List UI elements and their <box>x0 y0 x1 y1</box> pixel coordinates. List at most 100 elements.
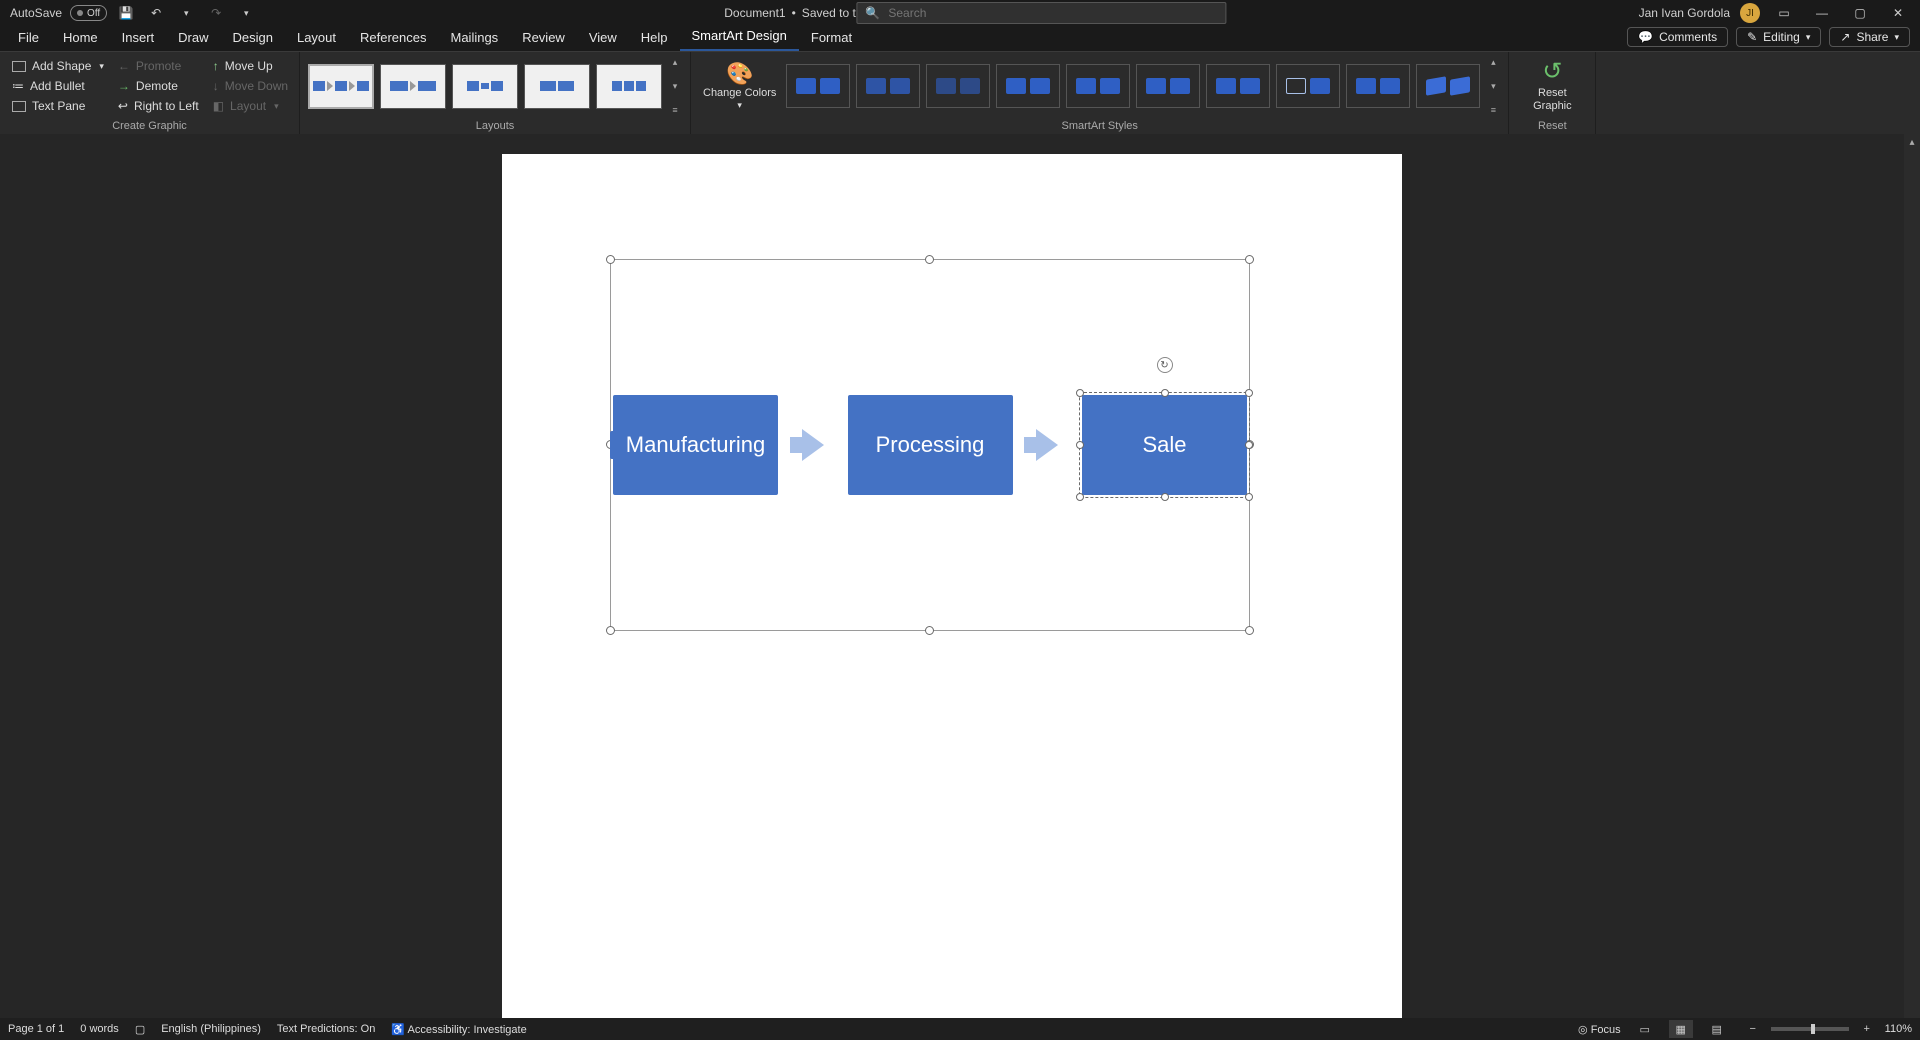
layout-option-3[interactable] <box>452 64 518 109</box>
page[interactable]: ◂ Manufacturing Processing Sale ↻ <box>502 154 1402 1018</box>
search-input[interactable] <box>888 6 1217 20</box>
shape-handle[interactable] <box>1161 389 1169 397</box>
undo-dropdown-icon[interactable]: ▾ <box>175 2 197 24</box>
style-option-4[interactable] <box>996 64 1060 108</box>
gallery-more-icon[interactable]: ≡ <box>668 104 682 116</box>
autosave-toggle[interactable]: Off <box>70 5 107 21</box>
spellcheck-icon[interactable]: ▢ <box>135 1023 145 1036</box>
maximize-icon[interactable]: ▢ <box>1846 2 1874 24</box>
tab-help[interactable]: Help <box>629 26 680 51</box>
selection-handle[interactable] <box>606 626 615 635</box>
vertical-scrollbar[interactable]: ▴ <box>1904 134 1920 1018</box>
style-option-8[interactable] <box>1276 64 1340 108</box>
share-button[interactable]: ↗Share▾ <box>1829 27 1910 47</box>
add-bullet-button[interactable]: ≔Add Bullet <box>8 77 108 95</box>
right-to-left-button[interactable]: ↩Right to Left <box>114 97 203 115</box>
accessibility-checker[interactable]: ♿ Accessibility: Investigate <box>391 1023 526 1036</box>
tab-home[interactable]: Home <box>51 26 110 51</box>
undo-icon[interactable]: ↶ <box>145 2 167 24</box>
smartart-graphic[interactable]: ◂ Manufacturing Processing Sale ↻ <box>610 259 1250 631</box>
smartart-node-3[interactable]: Sale ↻ <box>1082 395 1247 495</box>
comments-button[interactable]: 💬Comments <box>1627 27 1728 47</box>
zoom-slider-knob[interactable] <box>1811 1024 1815 1034</box>
avatar[interactable]: JI <box>1740 3 1760 23</box>
layout-option-4[interactable] <box>524 64 590 109</box>
style-option-6[interactable] <box>1136 64 1200 108</box>
chevron-down-icon[interactable]: ▾ <box>99 61 104 72</box>
style-option-9[interactable] <box>1346 64 1410 108</box>
selection-handle[interactable] <box>606 255 615 264</box>
focus-mode-button[interactable]: ◎ Focus <box>1578 1023 1621 1036</box>
style-option-3[interactable] <box>926 64 990 108</box>
style-option-7[interactable] <box>1206 64 1270 108</box>
layout-button[interactable]: ◧Layout▾ <box>209 97 292 115</box>
tab-mailings[interactable]: Mailings <box>439 26 511 51</box>
minimize-icon[interactable]: — <box>1808 2 1836 24</box>
selection-handle[interactable] <box>925 626 934 635</box>
zoom-level[interactable]: 110% <box>1885 1023 1912 1035</box>
print-layout-icon[interactable]: ▦ <box>1669 1020 1693 1038</box>
shape-handle[interactable] <box>1245 389 1253 397</box>
reset-graphic-button[interactable]: ↺ Reset Graphic <box>1517 58 1587 113</box>
smartart-node-2[interactable]: Processing <box>848 395 1013 495</box>
promote-button[interactable]: ←Promote <box>114 57 203 75</box>
zoom-out-icon[interactable]: − <box>1741 1020 1765 1038</box>
demote-button[interactable]: →Demote <box>114 77 203 95</box>
shape-handle[interactable] <box>1076 493 1084 501</box>
zoom-slider[interactable] <box>1771 1027 1849 1031</box>
word-count[interactable]: 0 words <box>80 1023 119 1035</box>
zoom-in-icon[interactable]: + <box>1855 1020 1879 1038</box>
selection-handle[interactable] <box>1245 255 1254 264</box>
node3-text[interactable]: Sale <box>1142 432 1186 458</box>
language-indicator[interactable]: English (Philippines) <box>161 1023 261 1035</box>
shape-handle[interactable] <box>1076 389 1084 397</box>
style-option-10[interactable] <box>1416 64 1480 108</box>
gallery-up-icon[interactable]: ▴ <box>1486 56 1500 69</box>
gallery-down-icon[interactable]: ▾ <box>1486 80 1500 93</box>
shape-handle[interactable] <box>1245 493 1253 501</box>
editing-mode-button[interactable]: ✎Editing▾ <box>1736 27 1821 47</box>
selection-handle[interactable] <box>1245 626 1254 635</box>
shape-handle[interactable] <box>1245 441 1253 449</box>
tab-layout[interactable]: Layout <box>285 26 348 51</box>
style-option-2[interactable] <box>856 64 920 108</box>
tab-smartart-design[interactable]: SmartArt Design <box>680 24 799 51</box>
add-shape-button[interactable]: Add Shape▾ <box>8 57 108 75</box>
change-colors-button[interactable]: 🎨 Change Colors ▾ <box>699 61 780 111</box>
flow-arrow-icon[interactable] <box>802 429 824 461</box>
gallery-more-icon[interactable]: ≡ <box>1486 104 1500 116</box>
layout-option-5[interactable] <box>596 64 662 109</box>
tab-file[interactable]: File <box>6 26 51 51</box>
smartart-node-1[interactable]: Manufacturing <box>613 395 778 495</box>
web-layout-icon[interactable]: ▤ <box>1705 1020 1729 1038</box>
tab-view[interactable]: View <box>577 26 629 51</box>
page-indicator[interactable]: Page 1 of 1 <box>8 1023 64 1035</box>
ribbon-display-options-icon[interactable]: ▭ <box>1770 2 1798 24</box>
text-pane-button[interactable]: Text Pane <box>8 97 108 115</box>
gallery-up-icon[interactable]: ▴ <box>668 56 682 69</box>
tab-insert[interactable]: Insert <box>110 26 167 51</box>
tab-draw[interactable]: Draw <box>166 26 220 51</box>
flow-arrow-icon[interactable] <box>1036 429 1058 461</box>
move-down-button[interactable]: ↓Move Down <box>209 77 292 95</box>
text-predictions[interactable]: Text Predictions: On <box>277 1023 375 1035</box>
tab-format[interactable]: Format <box>799 26 864 51</box>
layout-option-1[interactable] <box>308 64 374 109</box>
tab-references[interactable]: References <box>348 26 438 51</box>
style-option-5[interactable] <box>1066 64 1130 108</box>
scroll-up-icon[interactable]: ▴ <box>1904 134 1920 150</box>
layout-option-2[interactable] <box>380 64 446 109</box>
gallery-down-icon[interactable]: ▾ <box>668 80 682 93</box>
save-icon[interactable]: 💾 <box>115 2 137 24</box>
tab-review[interactable]: Review <box>510 26 577 51</box>
shape-handle[interactable] <box>1161 493 1169 501</box>
move-up-button[interactable]: ↑Move Up <box>209 57 292 75</box>
rotate-handle-icon[interactable]: ↻ <box>1157 357 1173 373</box>
style-option-1[interactable] <box>786 64 850 108</box>
read-mode-icon[interactable]: ▭ <box>1633 1020 1657 1038</box>
document-area[interactable]: ◂ Manufacturing Processing Sale ↻ <box>0 134 1904 1018</box>
shape-handle[interactable] <box>1076 441 1084 449</box>
qat-customize-icon[interactable]: ▾ <box>235 2 257 24</box>
tab-design[interactable]: Design <box>221 26 285 51</box>
selection-handle[interactable] <box>925 255 934 264</box>
